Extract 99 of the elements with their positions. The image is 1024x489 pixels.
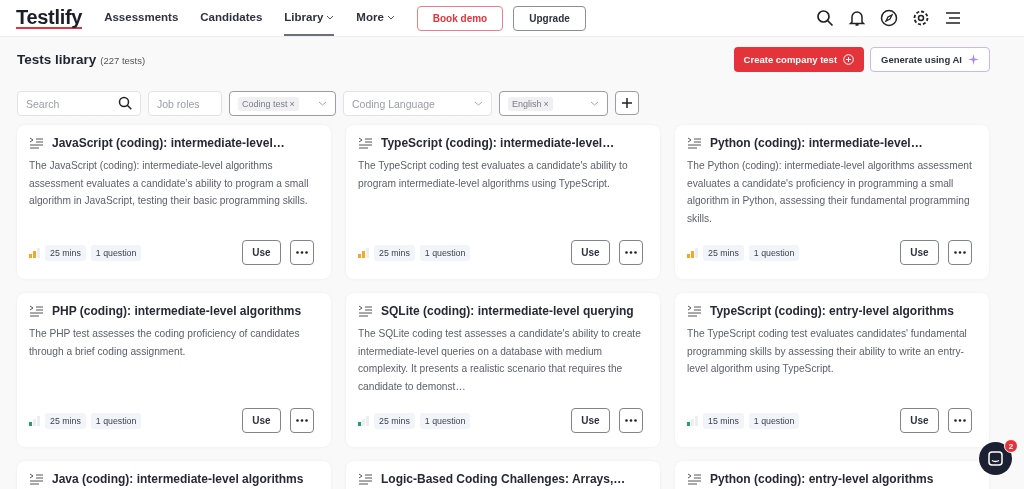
list-icon [29,304,44,318]
chevron-down-icon [326,14,335,20]
test-card[interactable] [17,125,331,279]
generate-ai-button[interactable]: Generate using AI [870,46,990,72]
chevron-down-icon [386,14,395,20]
search-icon[interactable] [816,9,834,27]
plus-circle-icon [843,53,855,65]
question-count-tag: 1 question [748,412,800,429]
nav-link[interactable]: Library [284,0,335,36]
card-title: PHP (coding): intermediate-level algorithms [52,304,302,318]
list-icon [687,136,702,150]
card-title: Logic-Based Coding Challenges: Arrays,… [381,472,626,486]
more-options-button[interactable] [948,408,972,433]
test-card[interactable]: Java (coding): intermediate-level algorithms [17,461,331,489]
remove-chip-button[interactable]: × [543,98,549,109]
logo[interactable]: Testlify [16,7,83,29]
plus-icon [621,97,633,109]
more-icon [954,419,966,422]
card-description: The SQLite coding test assesses a candidate's ability to create intermediate-level queries on a database with medium complexity. It presents a realistic scenario that requires the candidate to demonst… [358,327,642,394]
list-icon [358,304,373,318]
card-title: Python (coding): intermediate-level… [710,136,923,150]
list-icon [29,136,44,150]
test-type-select[interactable]: Coding test × [229,91,336,116]
test-card[interactable] [675,125,989,279]
list-icon [358,136,373,150]
search-icon [118,96,132,110]
chat-icon [988,451,1003,466]
add-filter-button[interactable] [615,91,639,115]
chip-label: English [512,98,542,109]
notification-badge: 2 [1004,439,1018,453]
chevron-down-icon [590,101,599,106]
test-count: (227 tests) [100,54,146,66]
question-count-tag: 1 question [419,244,471,261]
nav-link[interactable]: More [356,0,395,36]
card-title: Java (coding): intermediate-level algorithms [52,472,304,486]
use-button[interactable]: Use [571,240,610,265]
use-button[interactable]: Use [900,240,939,265]
more-icon [954,251,966,254]
test-card[interactable]: PHP (coding): intermediate-level algorithms The PHP test assesses the coding proficiency of candidates through a brief coding assignment. 25 mins 1 question Use [17,293,331,447]
create-company-test-button[interactable]: Create company test [733,46,865,72]
use-button[interactable]: Use [900,408,939,433]
chevron-down-icon [474,101,483,106]
duration-tag: 15 mins [703,412,744,429]
duration-tag: 25 mins [45,244,86,261]
list-icon [687,304,702,318]
nav-link[interactable]: Assessments [104,0,179,36]
more-icon [296,419,308,422]
list-icon [29,472,44,486]
sparkle-icon [968,53,979,65]
duration-tag: 25 mins [703,244,744,261]
more-options-button[interactable] [619,240,643,265]
more-icon [625,251,637,254]
card-description: The JavaScript (coding): intermediate-level algorithms assessment evaluates a candidate’s ability to program a small algorithm in JavaScript, testing their basic programming skills. [29,159,310,208]
duration-tag: 25 mins [374,412,415,429]
nav-link[interactable]: Candidates [200,0,263,36]
card-description: The TypeScript coding test evaluates a candidate's ability to program intermediate-level algorithms using TypeScript. [358,159,629,191]
card-title: SQLite (coding): intermediate-level querying [381,304,634,318]
menu-icon[interactable] [944,9,962,27]
card-description: The Python (coding): intermediate-level algorithms assessment evaluates a candidate's proficiency in programming a small algorithm in Python, assessing their fundamental programming skills. [687,159,972,226]
question-count-tag: 1 question [90,412,142,429]
card-description: The PHP test assesses the coding proficiency of candidates through a brief coding assignment. [29,327,301,359]
card-title: JavaScript (coding): intermediate-level… [52,136,285,150]
more-options-button[interactable] [290,408,314,433]
more-options-button[interactable] [619,408,643,433]
use-button[interactable]: Use [571,408,610,433]
test-card[interactable] [346,293,660,447]
page-title: Tests library [17,51,97,67]
test-card[interactable] [675,293,989,447]
search-field[interactable]: Search [17,91,141,116]
bell-icon[interactable] [848,9,866,27]
card-description: The TypeScript coding test evaluates candidates' fundamental programming skills by assessing their ability to write an entry-level algorithm using TypeScript. [687,327,968,376]
more-icon [296,251,308,254]
duration-tag: 25 mins [374,244,415,261]
card-title: TypeScript (coding): entry-level algorithms [710,304,954,318]
more-icon [625,419,637,422]
chip-label: Coding test [242,98,288,109]
test-card[interactable]: TypeScript (coding): intermediate-level… The TypeScript coding test evaluates a candidate's ability to program intermediate-level algorithms using TypeScript. 25 mins 1 question Use [346,125,660,279]
question-count-tag: 1 question [90,244,142,261]
list-icon [687,472,702,486]
test-card[interactable]: Logic-Based Coding Challenges: Arrays,… [346,461,660,489]
book-demo-button[interactable]: Book demo [416,5,504,31]
duration-tag: 25 mins [45,412,86,429]
test-card[interactable]: Python (coding): entry-level algorithms [675,461,989,489]
compass-icon[interactable] [880,9,898,27]
chevron-down-icon [318,101,327,106]
question-count-tag: 1 question [748,244,800,261]
upgrade-button[interactable]: Upgrade [513,5,586,31]
card-title: TypeScript (coding): intermediate-level… [381,136,615,150]
remove-chip-button[interactable]: × [289,98,295,109]
language-select[interactable]: English × [499,91,608,116]
question-count-tag: 1 question [419,412,471,429]
list-icon [358,472,373,486]
card-title: Python (coding): entry-level algorithms [710,472,934,486]
job-roles-field[interactable]: Job roles [148,91,222,116]
more-options-button[interactable] [290,240,314,265]
settings-icon[interactable] [912,9,930,27]
use-button[interactable]: Use [242,240,281,265]
use-button[interactable]: Use [242,408,281,433]
more-options-button[interactable] [948,240,972,265]
